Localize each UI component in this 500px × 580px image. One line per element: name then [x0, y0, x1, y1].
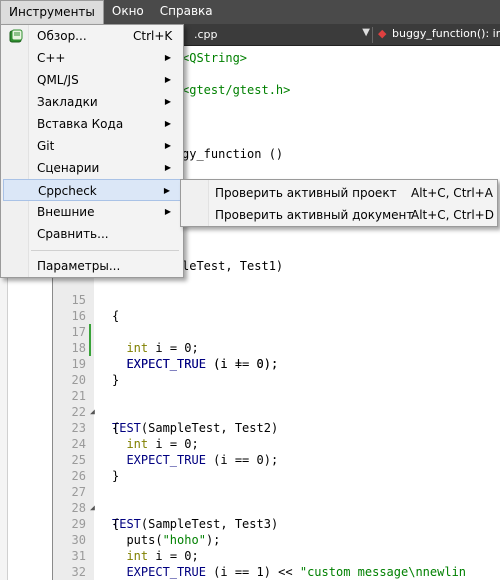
code-text: leTest, Test1)	[182, 259, 284, 273]
menu-item-label: Внешние	[37, 205, 95, 219]
code-line: 25 }	[52, 436, 500, 483]
code-line: 17 EXPECT_TRUE (i == 0);	[52, 308, 500, 371]
menu-item-shortcut: Alt+C, Ctrl+D	[411, 208, 494, 222]
code-text: <QString>	[182, 51, 248, 65]
file-selector[interactable]: .cpp ▼	[188, 27, 370, 43]
submenu-arrow-icon: ▶	[164, 141, 171, 150]
code-line: 18 EXPECT_TRUE (i != 0);	[52, 324, 500, 371]
menu-separator	[31, 250, 179, 251]
code-line: 19 }	[52, 340, 500, 387]
code-line: 23 int i = 0;	[52, 404, 500, 451]
submenu-arrow-icon: ▶	[164, 97, 171, 106]
menu-item-scripts[interactable]: Сценарии ▶	[3, 157, 181, 179]
submenu-item-check-document[interactable]: Проверить активный документ Alt+C, Ctrl+…	[183, 204, 495, 226]
menu-bar: Инструменты Окно Справка	[0, 0, 500, 24]
menu-item-cppcheck[interactable]: Cppcheck ▶	[3, 179, 181, 201]
file-selector-label: .cpp	[194, 28, 218, 41]
menu-item-label: Параметры...	[37, 259, 121, 273]
code-line: 26	[52, 452, 500, 483]
menu-item-label: Git	[37, 139, 55, 153]
menu-instruments[interactable]: Инструменты	[0, 0, 104, 24]
submenu-arrow-icon: ▶	[164, 163, 171, 172]
menu-item-label: C++	[37, 51, 66, 65]
submenu-arrow-icon: ▶	[164, 75, 171, 84]
function-icon: ◆	[378, 27, 387, 40]
function-selector-label: buggy_function(): int	[392, 27, 500, 40]
tools-menu: Обзор... Ctrl+K C++ ▶ QML/JS ▶ Закладки …	[0, 24, 184, 278]
menu-help[interactable]: Справка	[152, 0, 221, 24]
menu-item-overview[interactable]: Обзор... Ctrl+K	[3, 25, 181, 47]
menu-item-label: Проверить активный проект	[215, 186, 397, 200]
menu-item-qmljs[interactable]: QML/JS ▶	[3, 69, 181, 91]
menu-item-shortcut: Alt+C, Ctrl+A	[411, 186, 493, 200]
submenu-arrow-icon: ▶	[164, 53, 171, 62]
code-text: <gtest/gtest.h>	[182, 83, 291, 97]
submenu-arrow-icon: ▶	[163, 186, 170, 195]
chevron-down-icon[interactable]: ▼	[362, 27, 370, 38]
menu-item-options[interactable]: Параметры...	[3, 255, 181, 277]
menu-item-git[interactable]: Git ▶	[3, 135, 181, 157]
menu-item-compare[interactable]: Сравнить...	[3, 223, 181, 245]
code-line: 22 {	[52, 388, 500, 435]
toolbar-divider	[372, 27, 373, 43]
menu-item-label: QML/JS	[37, 73, 79, 87]
code-line: 28 {	[52, 484, 500, 531]
menu-item-snippets[interactable]: Вставка Кода ▶	[3, 113, 181, 135]
menu-item-cpp[interactable]: C++ ▶	[3, 47, 181, 69]
menu-item-label: Сценарии	[37, 161, 100, 175]
menu-window[interactable]: Окно	[104, 0, 152, 24]
code-line: 27 ◢ TEST(SampleTest, Test3)	[52, 468, 500, 531]
menu-item-label: Закладки	[37, 95, 98, 109]
code-line: 30 int i = 0;	[52, 516, 500, 563]
submenu-arrow-icon: ▶	[164, 119, 171, 128]
menu-item-label: Вставка Кода	[37, 117, 124, 131]
cppcheck-submenu: Проверить активный проект Alt+C, Ctrl+A …	[180, 179, 498, 227]
menu-item-shortcut: Ctrl+K	[133, 29, 173, 43]
code-line: 20	[52, 356, 500, 387]
menu-item-external[interactable]: Внешние ▶	[3, 201, 181, 223]
submenu-arrow-icon: ▶	[164, 207, 171, 216]
code-line: 21 ◢ TEST(SampleTest, Test2)	[52, 372, 500, 435]
menu-item-label: Сравнить...	[37, 227, 109, 241]
code-line: 16 int i = 0;	[52, 292, 500, 355]
menu-item-label: Проверить активный документ	[215, 208, 414, 222]
code-line: 29 puts("hoho");	[52, 500, 500, 547]
submenu-item-check-project[interactable]: Проверить активный проект Alt+C, Ctrl+A	[183, 182, 495, 204]
function-selector[interactable]: ◆ buggy_function(): int	[378, 27, 500, 43]
code-line: 32 }	[52, 548, 500, 579]
code-line: 24 EXPECT_TRUE (i == 0);	[52, 420, 500, 467]
code-line: 31 EXPECT_TRUE (i == 1) << "custom messa…	[52, 532, 500, 579]
menu-item-bookmarks[interactable]: Закладки ▶	[3, 91, 181, 113]
menu-item-label: Cppcheck	[38, 184, 97, 198]
code-text: gy_function ()	[182, 147, 284, 161]
code-line: 33	[52, 564, 500, 580]
code-line: 15 {	[52, 276, 500, 323]
menu-item-label: Обзор...	[37, 29, 87, 43]
